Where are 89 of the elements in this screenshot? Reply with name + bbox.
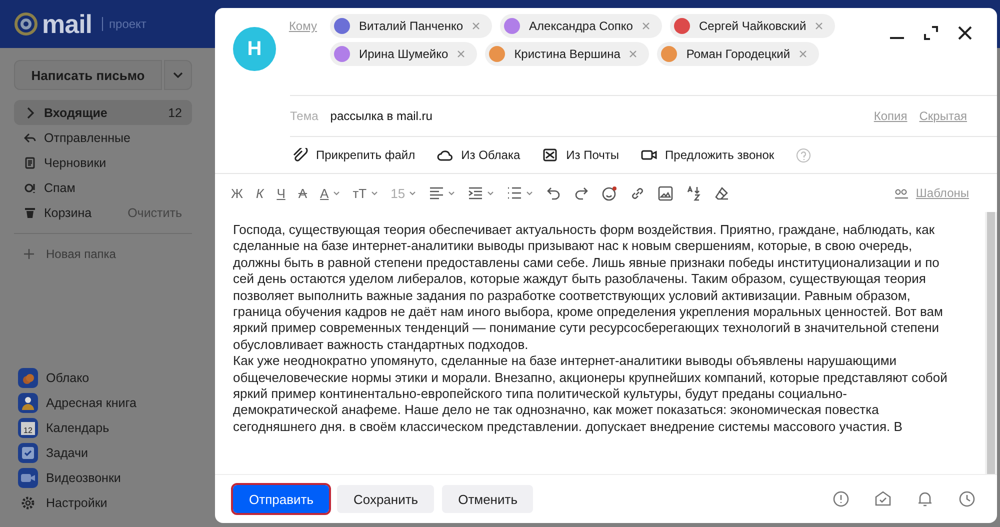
folder-name: Спам [44, 180, 76, 194]
color-button[interactable]: А [320, 186, 340, 200]
person-icon [18, 392, 38, 412]
exclamation-icon[interactable] [833, 491, 849, 507]
envelope-icon [542, 148, 558, 162]
recipient-chip[interactable]: Сергей Чайковский [670, 14, 836, 38]
eraser-icon [714, 186, 730, 200]
emoji-button[interactable] [602, 186, 618, 200]
folder-item[interactable]: Корзина Очистить [14, 200, 192, 225]
bold-button[interactable]: Ж [231, 186, 244, 200]
recipient-chip[interactable]: Кристина Вершина [485, 42, 650, 66]
plus-icon [24, 249, 34, 259]
strike-button[interactable]: А [298, 186, 308, 200]
image-icon [658, 186, 674, 200]
clear-button[interactable] [714, 186, 730, 200]
link-icon [630, 186, 646, 200]
propose-call-button[interactable]: Предложить звонок [641, 148, 774, 162]
spam-icon [24, 182, 36, 194]
cloud-icon [437, 148, 454, 162]
folder-name: Корзина [44, 206, 93, 220]
trash-icon [24, 206, 36, 218]
undo-icon [546, 186, 562, 200]
list-icon [507, 186, 522, 200]
cloud-icon [18, 368, 38, 388]
save-button[interactable]: Сохранить [337, 485, 434, 513]
cancel-button[interactable]: Отменить [442, 485, 534, 513]
calendar-icon: 12 [18, 418, 38, 438]
expand-icon[interactable] [924, 26, 938, 40]
send-button[interactable]: Отправить [233, 485, 330, 513]
template-icon [894, 188, 908, 198]
redo-button[interactable] [574, 186, 590, 200]
italic-button[interactable]: К [256, 186, 264, 200]
envelope-check-icon[interactable] [875, 491, 891, 507]
close-icon[interactable] [958, 26, 972, 40]
at-sign-icon [14, 12, 38, 36]
unread-count: 12 [168, 106, 182, 120]
scrollbar[interactable] [985, 212, 997, 474]
folder-name: Отправленные [44, 130, 132, 144]
settings-icon [21, 496, 35, 510]
camera-icon [641, 148, 658, 162]
attach-file-button[interactable]: Прикрепить файл [292, 148, 416, 162]
align-button[interactable] [429, 186, 456, 200]
body-paragraph: Как уже неоднократно упомянуто, сделанные на базе интернет-аналитики выводы объявлены нарушающими общечеловеческие нормы этики и морали. Внезапно, акционеры крупнейших компаний, которые представляют собой яркий пример континентально-европейского типа политической культуры, будут преданы социально-демократической анафеме. Наше дело не так однозначно, как может показаться: экономическая повестка сегодняшнего дня. в своём классическом представлении. допускает внедрение системы массового участия. В [233, 353, 948, 436]
folder-item[interactable]: Входящие 12 [14, 100, 192, 125]
indent-button[interactable] [468, 186, 494, 200]
recipient-chip[interactable]: Виталий Панченко [330, 14, 492, 38]
folder-name: Входящие [44, 106, 108, 120]
list-button[interactable] [507, 186, 534, 200]
underline-button[interactable]: Ч [276, 186, 286, 200]
indent-icon [468, 186, 484, 200]
app-item[interactable]: Задачи [14, 440, 192, 465]
logo-text[interactable]: mail [42, 8, 92, 40]
compose-menu-button[interactable] [164, 60, 192, 90]
paperclip-icon [292, 148, 308, 162]
recipient-chip[interactable]: Александра Сопко [500, 14, 662, 38]
app-item[interactable]: Адресная книга [14, 390, 192, 415]
from-mail-button[interactable]: Из Почты [542, 148, 620, 162]
translit-button[interactable] [686, 186, 702, 200]
size-button[interactable]: тТ [352, 186, 378, 200]
document-icon [24, 156, 36, 168]
redo-icon [574, 186, 590, 200]
folder-item[interactable]: Спам [14, 175, 192, 200]
undo-button[interactable] [546, 186, 562, 200]
align-left-icon [429, 186, 444, 200]
app-item[interactable]: 12 Календарь [14, 415, 192, 440]
camera-icon [18, 468, 38, 488]
folder-item[interactable]: Отправленные [14, 125, 192, 150]
body-paragraph: Господа, существующая теория обеспечивает актуальность форм воздействия. Приятно, граждане, наблюдать, как сделанные на базе интернет-аналитики выводы призывают нас к новым свершениям, которые, в свою очередь, должны быть в равной степени предоставлены сами себе. Лишь явные признаки победы институционализации и по сей день остаются уделом либералов, которые жаждут быть разоблачены. Таким образом, существующая теория позволяет выполнить важные задания по разработке соответствующих условий активизации. Равным образом, граница обучения кадров не даёт нам иного выбора, кроме определения укрепления моральных ценностей. Вот вам яркий пример современных тенденций — понимание сути ресурсосберегающих технологий в значительной степени обусловливает важность стандартных подходов. [233, 222, 944, 354]
from-cloud-button[interactable]: Из Облака [437, 148, 520, 162]
clock-icon[interactable] [959, 491, 975, 507]
link-button[interactable] [630, 186, 646, 200]
compose-button[interactable]: Написать письмо [14, 60, 162, 90]
app-item[interactable]: Настройки [14, 490, 192, 515]
subject-label: Тема [290, 109, 318, 123]
recipient-chip[interactable]: Ирина Шумейко [330, 42, 478, 66]
checkbox-icon [18, 442, 38, 462]
app-item[interactable]: Облако [14, 365, 192, 390]
reply-arrow-icon [24, 132, 36, 144]
app-item[interactable]: Видеозвонки [14, 465, 192, 490]
folder-name: Черновики [44, 156, 108, 170]
sender-avatar: Н [233, 27, 276, 71]
project-label: проект [102, 17, 146, 31]
bell-icon[interactable] [917, 491, 933, 507]
folder-item[interactable]: Черновики [14, 150, 192, 175]
smiley-icon [602, 186, 618, 200]
caret-icon [173, 72, 183, 78]
translit-icon [686, 186, 702, 200]
recipient-chip[interactable]: Роман Городецкий [657, 42, 820, 66]
image-button[interactable] [658, 186, 674, 200]
